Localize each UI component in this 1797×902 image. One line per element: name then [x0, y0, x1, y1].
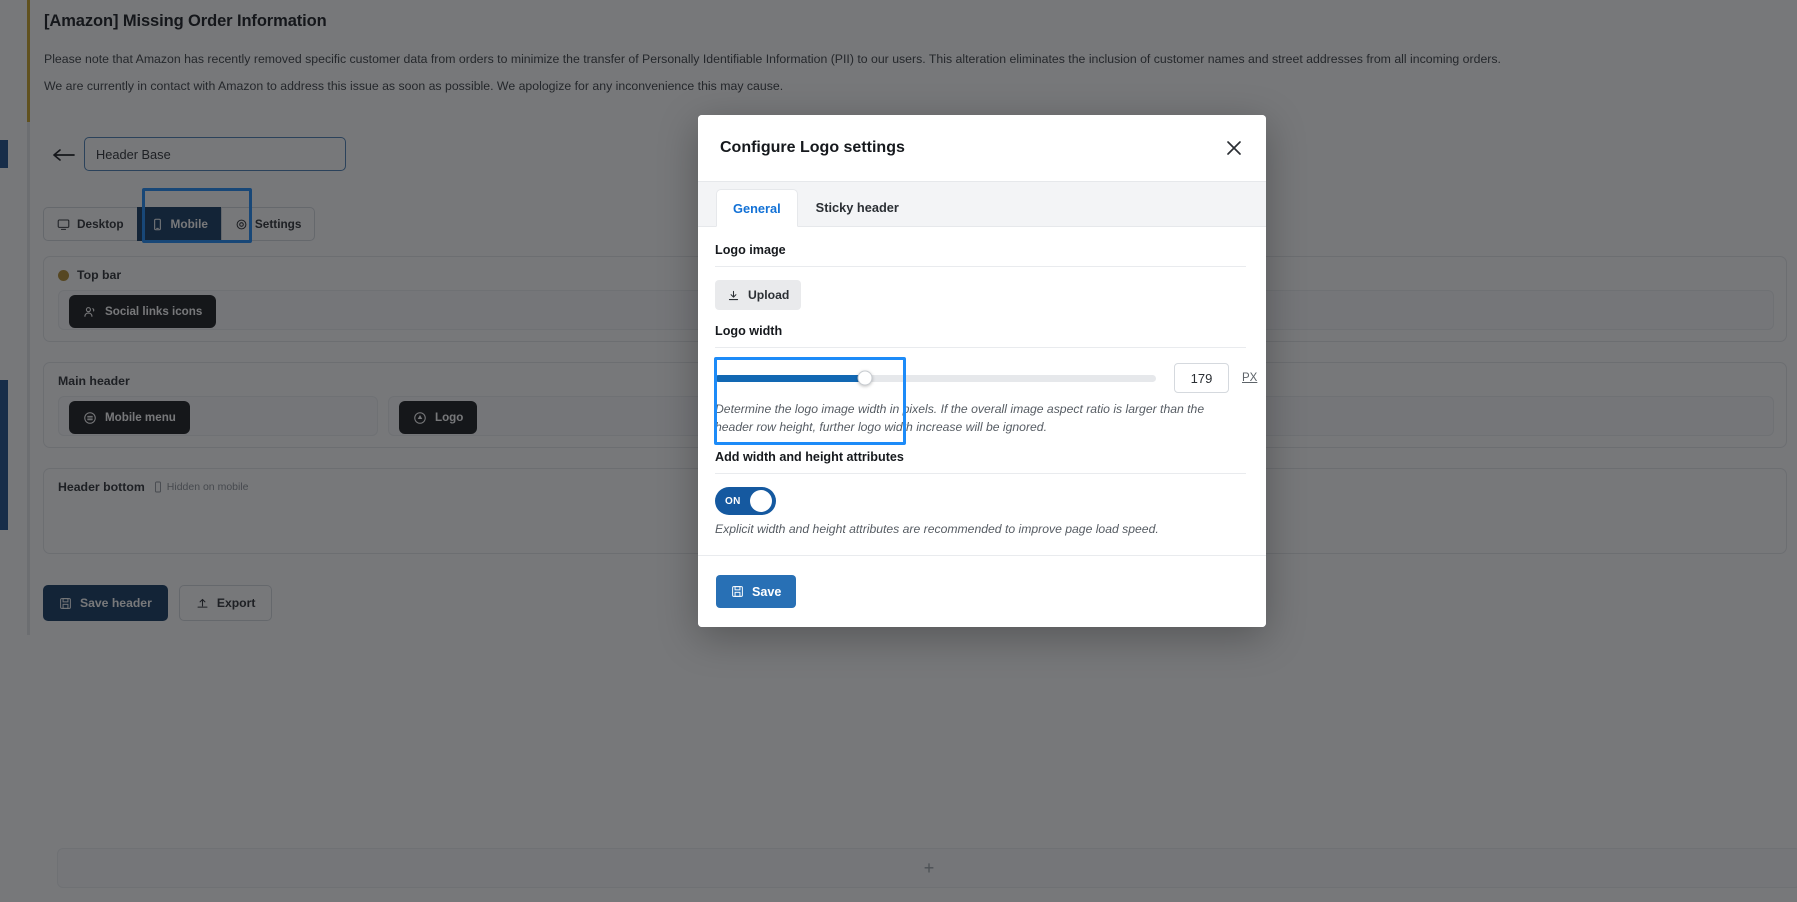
- tab-general[interactable]: General: [716, 189, 798, 227]
- width-height-attrs-hint: Explicit width and height attributes are…: [715, 522, 1159, 537]
- modal-header: Configure Logo settings: [698, 115, 1266, 181]
- save-disk-icon: [731, 585, 744, 598]
- logo-width-unit[interactable]: PX: [1242, 372, 1257, 384]
- logo-image-label: Logo image: [715, 243, 786, 257]
- logo-settings-modal: Configure Logo settings General Sticky h…: [698, 115, 1266, 627]
- logo-width-label: Logo width: [715, 324, 783, 338]
- tab-general-label: General: [733, 200, 781, 216]
- field-divider: [715, 473, 1246, 475]
- logo-width-slider-row: 179 PX: [715, 361, 1257, 395]
- field-logo-image: Logo image Upload: [715, 243, 1246, 310]
- field-logo-width: Logo width 179 PX Determine the logo ima…: [715, 324, 1257, 436]
- app-root: [Amazon] Missing Order Information Pleas…: [0, 0, 1797, 902]
- modal-title: Configure Logo settings: [720, 139, 905, 156]
- logo-width-input[interactable]: 179: [1174, 363, 1229, 393]
- width-height-attrs-toggle[interactable]: ON: [715, 487, 776, 516]
- field-divider: [715, 347, 1246, 348]
- modal-tabstrip: General Sticky header: [698, 181, 1266, 227]
- logo-width-value: 179: [1190, 370, 1213, 386]
- modal-body: Logo image Upload Logo width 179 PX Dete…: [698, 227, 1266, 555]
- upload-label: Upload: [748, 288, 790, 302]
- field-width-height-attributes: Add width and height attributes ON Expli…: [715, 450, 1246, 539]
- download-icon: [727, 289, 740, 302]
- tab-sticky-header-label: Sticky header: [815, 199, 899, 215]
- slider-thumb[interactable]: [857, 370, 873, 386]
- save-label: Save: [752, 584, 782, 599]
- toggle-knob: [750, 490, 772, 513]
- field-divider: [715, 266, 1246, 267]
- save-button[interactable]: Save: [716, 575, 797, 608]
- slider-fill: [715, 374, 865, 382]
- tab-sticky-header[interactable]: Sticky header: [800, 188, 915, 226]
- toggle-state-label: ON: [725, 495, 741, 507]
- upload-button[interactable]: Upload: [715, 280, 802, 310]
- modal-footer: Save: [698, 555, 1266, 627]
- close-icon[interactable]: [1220, 134, 1248, 162]
- logo-width-slider[interactable]: [715, 370, 1156, 386]
- logo-width-hint: Determine the logo image width in pixels…: [715, 402, 1205, 434]
- width-height-attrs-label: Add width and height attributes: [715, 450, 904, 465]
